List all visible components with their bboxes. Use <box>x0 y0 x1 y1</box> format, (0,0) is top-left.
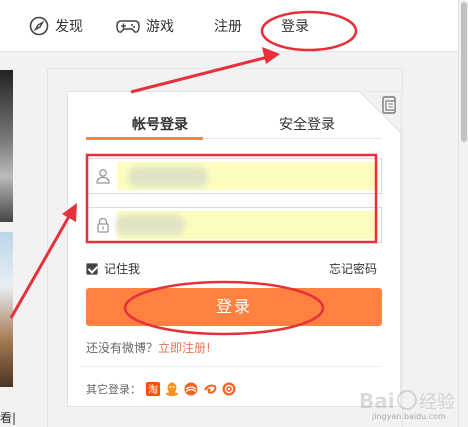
nav-label-login: 登录 <box>281 19 309 35</box>
taobao-icon[interactable]: 淘 <box>146 382 160 396</box>
no-account-text: 还没有微博？ <box>86 341 159 355</box>
nav-login-link[interactable]: 登录 <box>281 0 309 52</box>
nav-label-games: 游戏 <box>146 19 174 35</box>
qq-icon[interactable] <box>165 382 179 396</box>
page-scrollbar[interactable] <box>458 0 468 427</box>
weibo-alt-icon[interactable] <box>222 382 236 396</box>
nav-register-link[interactable]: 注册 <box>214 0 242 52</box>
top-nav-bar: 发现 游戏 注册 登录 <box>0 0 458 52</box>
no-account-prompt: 还没有微博？立即注册! <box>86 339 211 356</box>
redacted-password <box>115 215 185 235</box>
forgot-password-link[interactable]: 忘记密码 <box>329 260 377 277</box>
register-now-link[interactable]: 立即注册! <box>158 341 211 355</box>
remember-me[interactable]: 记住我 <box>86 260 140 277</box>
svg-text:Bai: Bai <box>359 389 395 413</box>
feed-image-thumbnail[interactable] <box>0 232 13 387</box>
scrollbar-thumb[interactable] <box>461 2 467 142</box>
redacted-username <box>128 167 208 187</box>
nav-item-discover[interactable]: 发现 <box>29 0 83 52</box>
svg-text:经验: 经验 <box>419 392 455 413</box>
svg-text:淘: 淘 <box>148 383 158 396</box>
active-tab-indicator <box>86 137 203 140</box>
nav-label-discover: 发现 <box>55 19 83 35</box>
user-icon <box>95 168 111 184</box>
compass-icon <box>29 16 49 36</box>
divider <box>80 366 382 367</box>
lock-icon <box>95 217 111 233</box>
other-login-row: 其它登录： 淘 <box>86 381 236 397</box>
tab-secure-login[interactable]: 安全登录 <box>234 114 380 140</box>
gamepad-icon <box>116 16 140 36</box>
login-submit-button[interactable]: 登录 <box>86 288 382 326</box>
feed-image-thumbnail[interactable] <box>0 70 13 222</box>
remember-label: 记住我 <box>104 262 141 276</box>
nav-label-register: 注册 <box>214 19 242 35</box>
nav-item-games[interactable]: 游戏 <box>116 0 174 52</box>
tianyi-icon[interactable] <box>184 382 198 396</box>
remember-checkbox[interactable] <box>86 262 98 275</box>
other-login-label: 其它登录： <box>86 383 141 396</box>
link-icon[interactable] <box>203 382 217 396</box>
watermark-url: jingyan.baidu.com <box>372 412 446 421</box>
feed-cut-text: 看| <box>0 411 17 425</box>
